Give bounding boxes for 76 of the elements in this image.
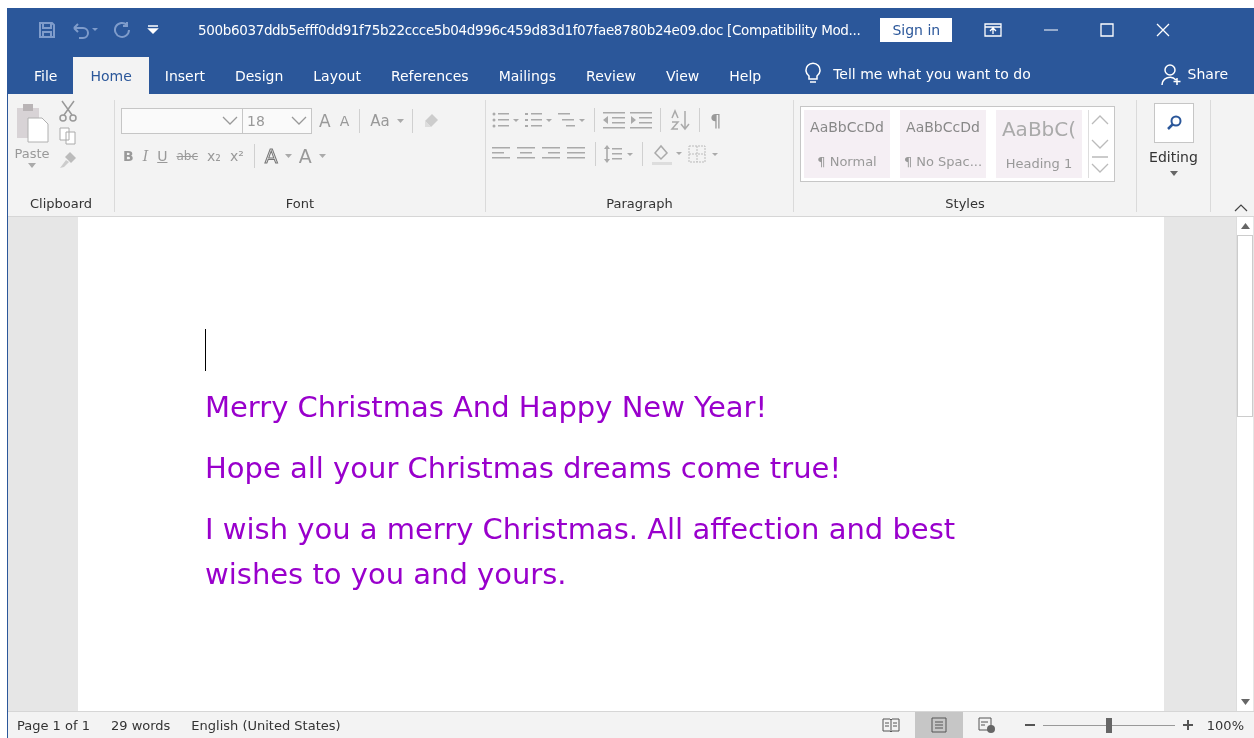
sort-icon[interactable] bbox=[669, 109, 691, 131]
borders-icon[interactable] bbox=[688, 144, 720, 164]
format-painter-icon[interactable] bbox=[58, 150, 78, 170]
align-icon[interactable] bbox=[567, 146, 587, 162]
ribbon-tab[interactable]: View bbox=[652, 57, 714, 94]
document-paragraph: I wish you a merry Christmas. All affection and best wishes to you and yours. bbox=[205, 511, 957, 593]
clipboard-icon[interactable] bbox=[14, 102, 50, 144]
style-name: ¶ No Spac... bbox=[903, 153, 983, 169]
align-icon[interactable] bbox=[492, 146, 512, 162]
close-icon[interactable] bbox=[1156, 23, 1171, 37]
scroll-down-icon[interactable] bbox=[1240, 699, 1250, 705]
group-label: Font bbox=[284, 196, 316, 212]
multilevel-list-icon[interactable] bbox=[558, 111, 586, 129]
customize-icon[interactable] bbox=[146, 23, 160, 37]
editing-button[interactable]: Editing bbox=[1149, 149, 1198, 165]
style-preview: AaBbC( bbox=[1001, 117, 1077, 142]
numbering-icon[interactable] bbox=[525, 111, 553, 129]
chevron-icon[interactable] bbox=[291, 116, 307, 126]
tell-me-search[interactable]: Tell me what you want to do bbox=[833, 66, 1031, 82]
increase-indent-icon[interactable] bbox=[630, 111, 652, 129]
line-spacing-icon[interactable] bbox=[604, 144, 634, 164]
style-name: Heading 1 bbox=[1005, 155, 1073, 171]
share-button[interactable]: Share bbox=[1187, 66, 1228, 82]
ribbon-tab[interactable]: Design bbox=[220, 57, 298, 94]
decrease-indent-icon[interactable] bbox=[603, 111, 625, 129]
text-cursor bbox=[205, 329, 206, 371]
bullets-icon[interactable] bbox=[492, 111, 520, 129]
print-layout-button[interactable] bbox=[914, 712, 963, 738]
web-page-icon bbox=[977, 717, 996, 733]
redo-icon[interactable] bbox=[114, 21, 132, 39]
shading-icon[interactable] bbox=[651, 143, 683, 165]
ribbon-tab[interactable]: Insert bbox=[150, 57, 219, 94]
group-label: Clipboard bbox=[28, 196, 94, 212]
style-preview: AaBbCcDd bbox=[810, 119, 884, 136]
minimize-icon[interactable] bbox=[1044, 29, 1059, 31]
group-label: Paragraph bbox=[605, 196, 674, 212]
ribbon-tab[interactable]: File bbox=[20, 57, 72, 94]
ribbon-tab[interactable]: References bbox=[376, 57, 483, 94]
save-icon[interactable] bbox=[38, 21, 56, 39]
maximize-icon[interactable] bbox=[1100, 23, 1115, 37]
ribbon-tab[interactable]: Mailings bbox=[484, 57, 571, 94]
word-count[interactable]: 29 words bbox=[101, 717, 183, 733]
chevron-icon[interactable] bbox=[222, 116, 238, 126]
language-indicator[interactable]: English (United States) bbox=[182, 717, 353, 733]
document-paragraph: Merry Christmas And Happy New Year! bbox=[205, 389, 769, 426]
ribbon-tab[interactable]: Home bbox=[73, 57, 149, 94]
style-preview: AaBbCcDd bbox=[906, 119, 980, 136]
undo-icon[interactable] bbox=[70, 21, 100, 39]
ribbon-tab[interactable]: Layout bbox=[299, 57, 375, 94]
book-icon bbox=[881, 717, 900, 733]
ribbon-display-icon[interactable] bbox=[984, 23, 1003, 37]
page-count[interactable]: Page 1 of 1 bbox=[8, 717, 102, 733]
zoom-level[interactable]: 100% bbox=[1206, 717, 1244, 733]
style-name: ¶ Normal bbox=[817, 153, 877, 169]
ribbon-tab[interactable]: Help bbox=[715, 57, 776, 94]
document-paragraph: Hope all your Christmas dreams come true! bbox=[205, 450, 842, 487]
search-icon[interactable] bbox=[1165, 115, 1182, 131]
scissors-icon[interactable] bbox=[58, 100, 78, 122]
window-title: 500b6037ddb5efff0dd91f75b22ccce5b04d996c459d83d1f07fae8780b24e09.doc [Compatibility Mod... bbox=[198, 22, 861, 38]
share-icon[interactable] bbox=[1159, 64, 1182, 86]
find-button[interactable] bbox=[1153, 103, 1194, 143]
font-name-field[interactable] bbox=[121, 108, 243, 134]
align-icon[interactable] bbox=[517, 146, 537, 162]
collapse-ribbon-icon[interactable] bbox=[1234, 204, 1248, 212]
ribbon-tab[interactable]: Review bbox=[572, 57, 650, 94]
zoom-out-icon[interactable] bbox=[1024, 723, 1035, 727]
caret-icon[interactable] bbox=[1169, 171, 1178, 176]
group-label: Styles bbox=[944, 196, 986, 212]
vertical-scrollbar[interactable] bbox=[1236, 217, 1253, 711]
scroll-up-icon[interactable] bbox=[1240, 223, 1250, 229]
page-icon bbox=[930, 717, 947, 733]
sign-in-button[interactable]: Sign in bbox=[880, 18, 953, 42]
copy-icon[interactable] bbox=[58, 126, 78, 146]
lightbulb-icon bbox=[805, 62, 822, 84]
zoom-in-icon[interactable] bbox=[1182, 720, 1193, 730]
align-icon[interactable] bbox=[542, 146, 562, 162]
